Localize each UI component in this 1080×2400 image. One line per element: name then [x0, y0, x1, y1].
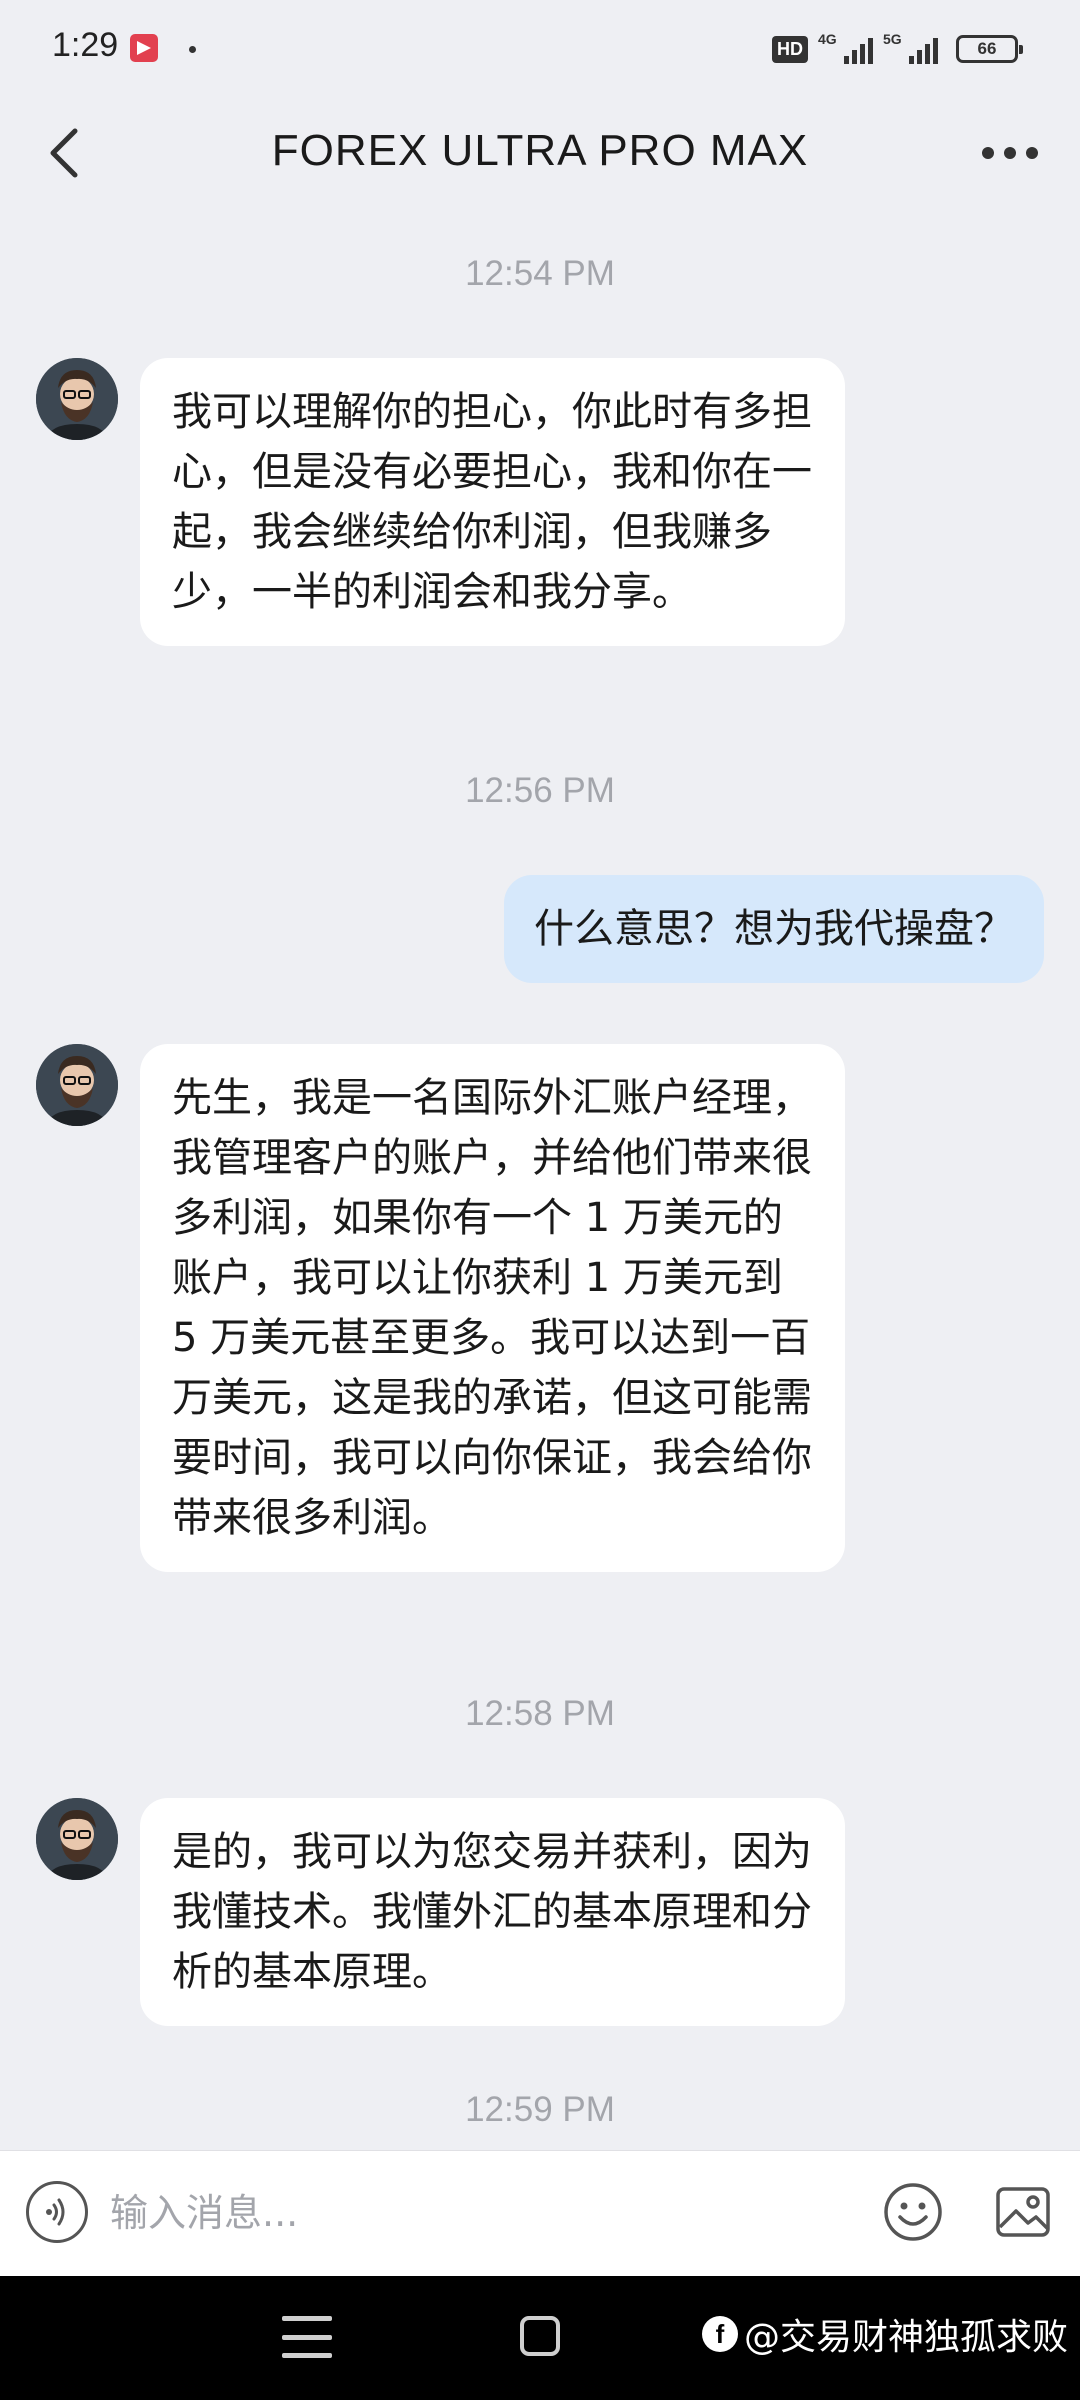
signal-4g-icon: 4G [818, 31, 873, 64]
contact-avatar[interactable] [36, 1044, 118, 1126]
incoming-message[interactable]: 先生，我是一名国际外汇账户经理，我管理客户的账户，并给他们带来很多利润，如果你有… [140, 1044, 845, 1572]
more-button[interactable] [970, 128, 1050, 178]
battery-icon: 66 [956, 35, 1023, 63]
contact-avatar[interactable] [36, 358, 118, 440]
incoming-message[interactable]: 我可以理解你的担心，你此时有多担心，但是没有必要担心，我和你在一起，我会继续给你… [140, 358, 845, 646]
chat-title: FOREX ULTRA PRO MAX [271, 126, 809, 175]
notification-app-icon [130, 34, 158, 62]
home-button[interactable] [520, 2316, 560, 2356]
battery-level: 66 [977, 39, 997, 58]
timestamp: 12:58 PM [465, 1694, 615, 1733]
emoji-button[interactable] [880, 2179, 946, 2245]
outgoing-message[interactable]: 什么意思？想为我代操盘？ [504, 875, 1044, 983]
timestamp: 12:56 PM [465, 771, 615, 810]
message-input-bar [0, 2150, 1080, 2276]
more-horizontal-icon [982, 147, 994, 159]
voice-button[interactable] [26, 2181, 88, 2243]
emoji-icon [884, 2183, 942, 2241]
timestamp: 12:59 PM [465, 2090, 615, 2129]
hd-badge: HD [772, 35, 808, 63]
recent-apps-button[interactable] [282, 2316, 332, 2358]
signal-5g-icon: 5G [883, 31, 938, 64]
watermark-logo-icon: f [701, 2316, 738, 2352]
message-list[interactable]: 12:54 PM 我可以理解你的担心，你此时有多担心，但是没有必要担心，我和你在… [0, 208, 1080, 2150]
notification-dot-icon [189, 46, 196, 53]
watermark: f @交易财神独孤求败 [701, 2308, 1068, 2360]
watermark-text: @交易财神独孤求败 [743, 2317, 1068, 2358]
message-input[interactable] [110, 2179, 830, 2247]
status-icons: HD 4G 5G 66 [772, 31, 1023, 66]
network-4g-label: 4G [818, 31, 837, 47]
incoming-message[interactable]: 是的，我可以为您交易并获利，因为我懂技术。我懂外汇的基本原理和分析的基本原理。 [140, 1798, 845, 2026]
network-5g-label: 5G [883, 31, 902, 47]
status-bar: 1:29 HD 4G 5G 66 [0, 0, 1080, 96]
voice-icon [46, 2198, 65, 2226]
system-nav-bar: f @交易财神独孤求败 [0, 2276, 1080, 2400]
chat-screen: 1:29 HD 4G 5G 66 FOREX ULTRA PRO MAX 12:… [0, 0, 1080, 2400]
image-button[interactable] [990, 2179, 1056, 2245]
chat-header: FOREX ULTRA PRO MAX [0, 96, 1080, 208]
contact-avatar[interactable] [36, 1798, 118, 1880]
image-icon [996, 2187, 1050, 2237]
timestamp: 12:54 PM [465, 254, 615, 293]
status-time: 1:29 [52, 26, 119, 64]
